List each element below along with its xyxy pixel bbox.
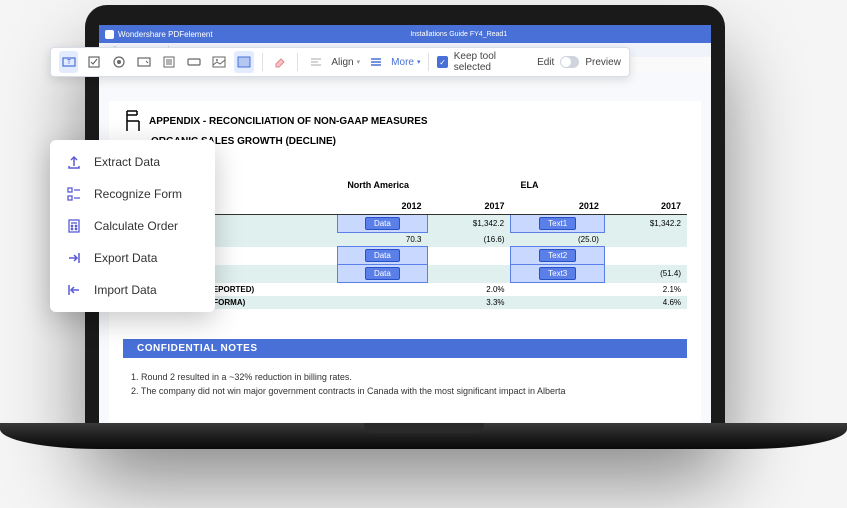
form-field-tag[interactable]: Data bbox=[365, 217, 400, 230]
form-recognize-icon bbox=[66, 186, 82, 202]
cell: (25.0) bbox=[511, 233, 605, 247]
cell: (51.4) bbox=[605, 265, 687, 283]
signature-tool[interactable] bbox=[234, 51, 253, 73]
image-tool[interactable] bbox=[209, 51, 228, 73]
form-context-menu: Extract Data Recognize Form Calculate Or… bbox=[50, 140, 215, 312]
cell: (16.6) bbox=[427, 233, 510, 247]
form-field-tag[interactable]: Text3 bbox=[539, 267, 576, 280]
cell: Data bbox=[337, 215, 427, 233]
cell: Text2 bbox=[511, 247, 605, 265]
cell bbox=[605, 233, 687, 247]
form-toolbar: T Align▾ More▾ ✓ Keep tool selected Edit… bbox=[50, 47, 630, 77]
upload-icon bbox=[66, 154, 82, 170]
dropdown-tool[interactable] bbox=[134, 51, 153, 73]
cell bbox=[337, 296, 427, 309]
menu-extract-data[interactable]: Extract Data bbox=[50, 146, 215, 178]
form-field-tag[interactable]: Data bbox=[365, 249, 400, 262]
menu-recognize-form[interactable]: Recognize Form bbox=[50, 178, 215, 210]
text-field-tool[interactable]: T bbox=[59, 51, 78, 73]
menu-import-label: Import Data bbox=[94, 283, 157, 297]
doc-title-text: APPENDIX - RECONCILIATION OF NON-GAAP ME… bbox=[149, 116, 428, 127]
listbox-tool[interactable] bbox=[159, 51, 178, 73]
edit-preview-toggle[interactable] bbox=[560, 56, 579, 68]
more-button[interactable]: More▾ bbox=[391, 57, 420, 68]
cell: Text1 bbox=[511, 215, 605, 233]
col-year-3: 2012 bbox=[511, 198, 605, 215]
form-field-tag[interactable]: Text1 bbox=[539, 217, 576, 230]
calculator-icon bbox=[66, 218, 82, 234]
cell: Data bbox=[337, 247, 427, 265]
cell bbox=[427, 247, 510, 265]
form-field-tag[interactable]: Data bbox=[365, 267, 400, 280]
note-1: 1. Round 2 resulted in a ~32% reduction … bbox=[131, 372, 679, 382]
cell bbox=[337, 283, 427, 296]
keep-tool-checkbox[interactable]: ✓ bbox=[437, 56, 447, 68]
menu-export-label: Export Data bbox=[94, 251, 157, 265]
window-title: Installations Guide FY4_Read1 bbox=[213, 31, 705, 38]
col-group-ela: ELA bbox=[511, 177, 687, 198]
menu-calculate-label: Calculate Order bbox=[94, 219, 178, 233]
cell: $1,342.2 bbox=[427, 215, 510, 233]
cell bbox=[511, 296, 605, 309]
menu-calculate-order[interactable]: Calculate Order bbox=[50, 210, 215, 242]
preview-mode-label: Preview bbox=[585, 57, 621, 68]
keep-tool-label: Keep tool selected bbox=[454, 51, 525, 73]
doc-title-row: APPENDIX - RECONCILIATION OF NON-GAAP ME… bbox=[123, 109, 687, 133]
cell: 2.1% bbox=[605, 283, 687, 296]
window-title-bar: Wondershare PDFelement Installations Gui… bbox=[99, 25, 711, 43]
doc-subtitle: ORGANIC SALES GROWTH (DECLINE) bbox=[151, 136, 687, 147]
menu-import-data[interactable]: Import Data bbox=[50, 274, 215, 306]
align-button[interactable]: Align▾ bbox=[331, 57, 360, 68]
align-icon[interactable] bbox=[306, 51, 325, 73]
cell: $1,342.2 bbox=[605, 215, 687, 233]
cell: 70.3 bbox=[337, 233, 427, 247]
chair-icon bbox=[123, 109, 143, 133]
cell: 3.3% bbox=[427, 296, 510, 309]
laptop-notch bbox=[364, 423, 484, 433]
button-tool[interactable] bbox=[184, 51, 203, 73]
col-group-na: North America bbox=[337, 177, 510, 198]
cell: Data bbox=[337, 265, 427, 283]
cell: Text3 bbox=[511, 265, 605, 283]
edit-mode-label: Edit bbox=[537, 57, 554, 68]
form-field-tag[interactable]: Text2 bbox=[539, 249, 576, 262]
more-icon[interactable] bbox=[366, 51, 385, 73]
eraser-tool[interactable] bbox=[270, 51, 289, 73]
col-year-1: 2012 bbox=[337, 198, 427, 215]
export-icon bbox=[66, 250, 82, 266]
cell bbox=[605, 247, 687, 265]
col-year-2: 2017 bbox=[427, 198, 510, 215]
radio-tool[interactable] bbox=[109, 51, 128, 73]
app-brand: Wondershare PDFelement bbox=[118, 30, 213, 39]
svg-text:T: T bbox=[66, 59, 71, 66]
notes-header: CONFIDENTIAL NOTES bbox=[123, 339, 687, 358]
cell bbox=[427, 265, 510, 283]
menu-extract-label: Extract Data bbox=[94, 155, 160, 169]
menu-export-data[interactable]: Export Data bbox=[50, 242, 215, 274]
notes-body: 1. Round 2 resulted in a ~32% reduction … bbox=[123, 358, 687, 414]
cell bbox=[511, 283, 605, 296]
col-year-4: 2017 bbox=[605, 198, 687, 215]
cell: 2.0% bbox=[427, 283, 510, 296]
note-2: 2. The company did not win major governm… bbox=[131, 386, 679, 396]
checkbox-tool[interactable] bbox=[84, 51, 103, 73]
menu-recognize-label: Recognize Form bbox=[94, 187, 182, 201]
cell: 4.6% bbox=[605, 296, 687, 309]
import-icon bbox=[66, 282, 82, 298]
app-logo bbox=[105, 30, 114, 39]
